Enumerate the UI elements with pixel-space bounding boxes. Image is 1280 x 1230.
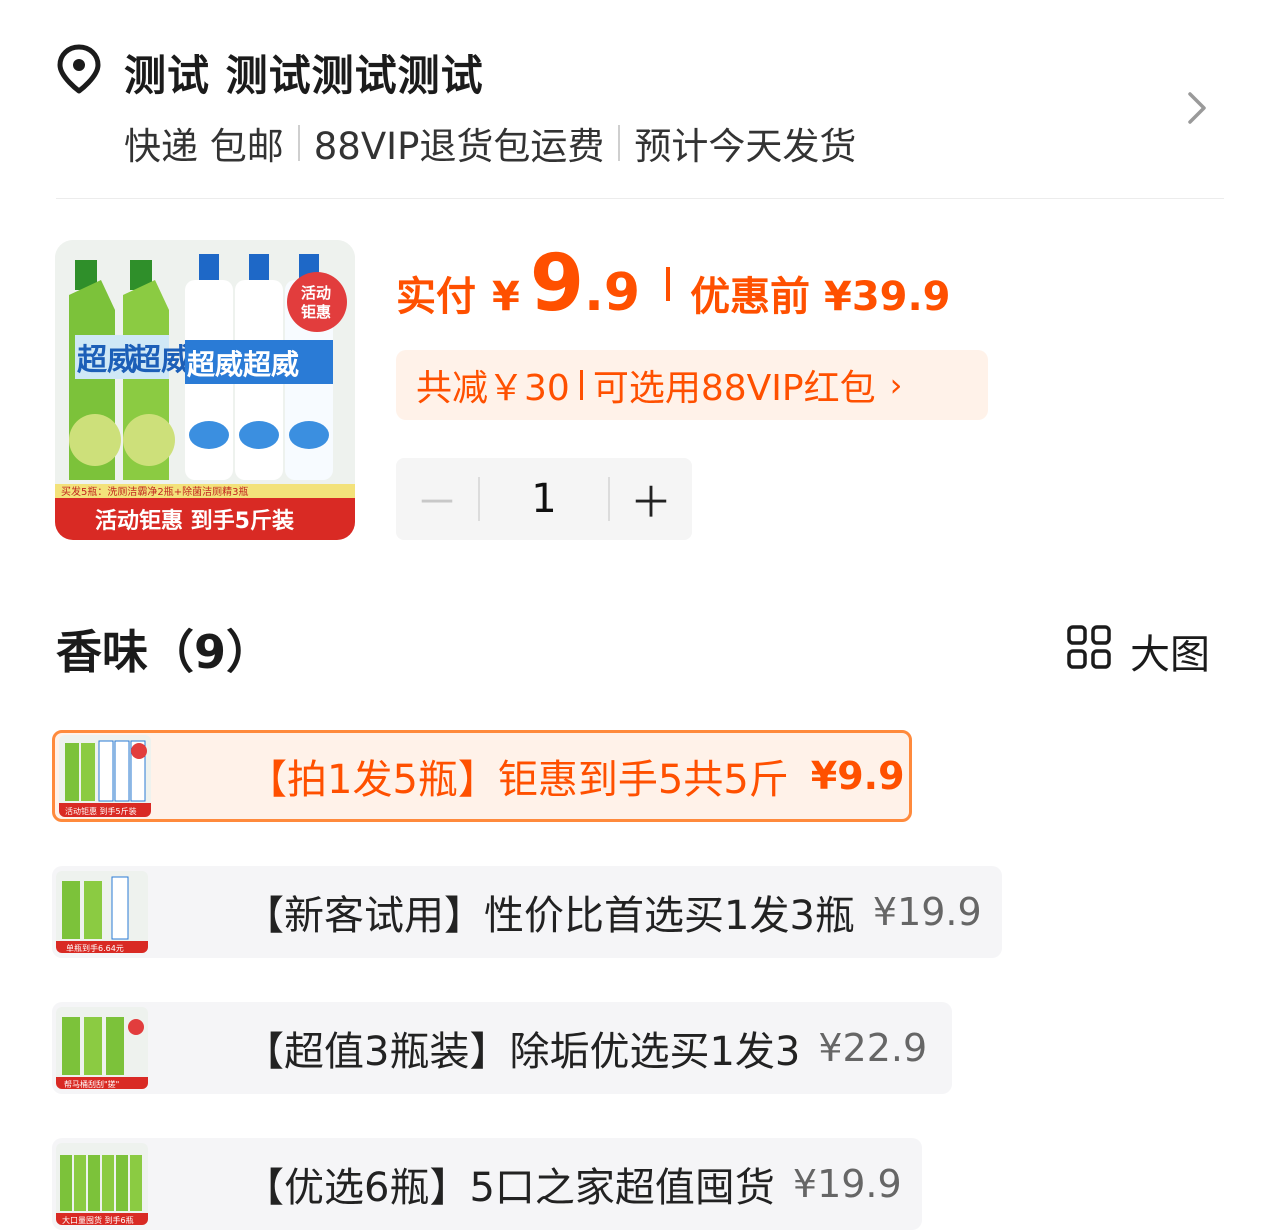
shipping-method: 快递 包邮 [124, 125, 284, 168]
shipping-info: 快递 包邮 88VIP退货包运费 预计今天发货 [124, 116, 856, 170]
quantity-stepper[interactable]: － 1 ＋ [396, 458, 692, 540]
option-label: 【优选6瓶】5口之家超值囤货 [244, 1165, 775, 1211]
chevron-right-icon: › [889, 366, 903, 404]
big-view-toggle[interactable]: 大图 [1130, 622, 1210, 680]
divider [579, 370, 583, 400]
option-price: ¥9.9 [810, 754, 905, 798]
option-thumb-caption: 帮马桶刮刮"搓" [64, 1079, 119, 1089]
currency-symbol: ¥ [492, 274, 520, 320]
option-item[interactable]: 大口量囤货 到手6瓶 【优选6瓶】5口之家超值囤货 ¥19.9 [52, 1138, 922, 1230]
option-price: ¥22.9 [818, 1026, 928, 1070]
grid-view-icon[interactable] [1066, 624, 1112, 670]
quantity-value[interactable]: 1 [480, 476, 608, 522]
price-integer: 9 [529, 239, 585, 329]
thumb-banner-text: 活动钜惠 到手5斤装 [95, 508, 294, 534]
brand-logo-text: 超威 [77, 343, 137, 378]
svg-text:活动: 活动 [301, 284, 331, 302]
option-thumb-caption: 单瓶到手6.64元 [66, 943, 124, 953]
svg-text:超威超威: 超威超威 [187, 348, 299, 381]
option-thumbnail: 单瓶到手6.64元 [56, 871, 148, 953]
pay-label: 实付 [396, 274, 476, 320]
price-decimal: .9 [584, 263, 641, 323]
option-thumbnail: 帮马桶刮刮"搓" [56, 1007, 148, 1089]
return-shipping: 88VIP退货包运费 [313, 125, 605, 168]
original-price: 优惠前 ¥39.9 [690, 274, 951, 320]
option-thumb-caption: 大口量囤货 到手6瓶 [62, 1215, 134, 1225]
product-thumbnail[interactable]: 超威 超威 超威超威 活动 钜惠 买发5瓶：洗厕洁霸净2瓶+除菌洁厕精3瓶 活动… [55, 240, 355, 540]
ship-estimate: 预计今天发货 [634, 125, 857, 168]
chevron-right-icon[interactable] [1182, 88, 1212, 128]
thumb-strip-text: 买发5瓶：洗厕洁霸净2瓶+除菌洁厕精3瓶 [61, 485, 248, 498]
scent-section-title: 香味（9） [56, 625, 273, 679]
divider [297, 125, 300, 161]
svg-text:超威: 超威 [131, 343, 191, 378]
option-thumbnail: 大口量囤货 到手6瓶 [56, 1143, 148, 1225]
option-label: 【拍1发5瓶】钜惠到手5共5斤 [247, 757, 789, 803]
decrease-button[interactable]: － [396, 458, 478, 540]
option-price: ¥19.9 [872, 890, 982, 934]
option-thumbnail: 活动钜惠 到手5斤装 [59, 735, 151, 817]
option-label: 【新客试用】性价比首选买1发3瓶 [244, 893, 855, 939]
increase-button[interactable]: ＋ [610, 458, 692, 540]
discount-total: 共减￥30 [416, 368, 570, 409]
option-item[interactable]: 单瓶到手6.64元 【新客试用】性价比首选买1发3瓶 ¥19.9 [52, 866, 1002, 958]
divider [618, 125, 621, 161]
address-title[interactable]: 测试 测试测试测试 [124, 42, 484, 103]
option-thumb-caption: 活动钜惠 到手5斤装 [65, 806, 137, 816]
location-pin-icon [56, 44, 102, 94]
discount-pill[interactable]: 共减￥30 可选用88VIP红包 › [396, 350, 988, 420]
svg-text:钜惠: 钜惠 [301, 303, 331, 321]
vip-coupon-text: 可选用88VIP红包 [592, 368, 876, 409]
price-row: 实付 ¥ 9 .9 优惠前 ¥39.9 [396, 245, 951, 323]
option-item[interactable]: 活动钜惠 到手5斤装 【拍1发5瓶】钜惠到手5共5斤 ¥9.9 [52, 730, 912, 822]
option-item[interactable]: 帮马桶刮刮"搓" 【超值3瓶装】除垢优选买1发3 ¥22.9 [52, 1002, 952, 1094]
price-separator [666, 267, 671, 301]
option-label: 【超值3瓶装】除垢优选买1发3 [244, 1029, 801, 1075]
section-divider [56, 198, 1224, 199]
option-price: ¥19.9 [792, 1162, 902, 1206]
